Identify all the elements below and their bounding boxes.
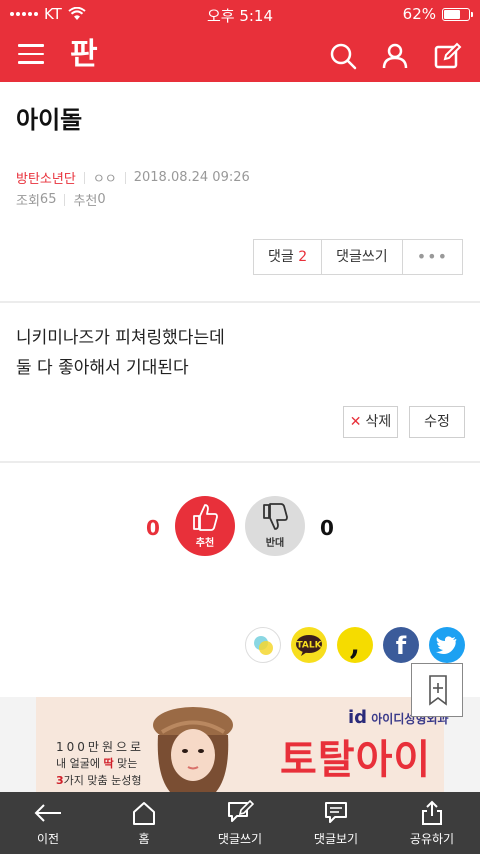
upvote-label: 추천 [195, 538, 215, 549]
twitter-icon[interactable] [429, 627, 465, 663]
top-header: 판 [0, 30, 480, 82]
meta-divider [124, 171, 126, 184]
post-stats: 조회 65 추천 0 [16, 190, 106, 209]
battery-percent: 62% [402, 5, 436, 23]
bookmark-button[interactable] [411, 663, 463, 717]
comma-shape: , [350, 627, 360, 662]
upvote-count: 0 [146, 516, 160, 540]
delete-button[interactable]: ✕ 삭제 [343, 406, 398, 438]
comment-button-group: 댓글 2 댓글쓰기 ••• [253, 239, 463, 275]
nav-label: 이전 [36, 832, 60, 846]
post-datetime: 2018.08.24 09:26 [133, 170, 250, 185]
facebook-label: f [396, 632, 407, 660]
downvote-count: 0 [320, 516, 334, 540]
talk-bubble: TALK [296, 635, 323, 656]
write-comment-button[interactable]: 댓글쓰기 [322, 240, 403, 274]
comma-icon[interactable]: , [337, 627, 373, 663]
recommend-count: 0 [97, 192, 106, 207]
nav-back[interactable]: 이전 [0, 792, 96, 854]
post-title: 아이돌 [16, 106, 83, 134]
user-icon[interactable] [380, 41, 410, 71]
view-comments-icon [325, 802, 347, 823]
content-divider [0, 301, 480, 303]
more-button[interactable]: ••• [402, 240, 462, 274]
views-label: 조회 [16, 194, 40, 209]
menu-icon[interactable] [18, 44, 44, 66]
edit-icon[interactable] [432, 41, 462, 71]
home-icon [133, 802, 155, 825]
comments-label: 댓글 [268, 249, 294, 265]
ad-line3: 3가지 맞춤 눈성형 [56, 774, 142, 787]
twitter-bird [436, 636, 457, 654]
nav-home[interactable]: 홈 [96, 792, 192, 854]
recommend-label: 추천 [73, 194, 98, 209]
battery-group: 62% [402, 5, 473, 23]
post-meta: 방탄소년단 ㅇㅇ 2018.08.24 09:26 [16, 168, 250, 187]
downvote-label: 반대 [265, 538, 285, 549]
thumbs-up-icon [193, 504, 218, 531]
content-divider [0, 461, 480, 463]
post-body: 니키미나즈가 피쳐링했다는데 둘 다 좋아해서 기대된다 [16, 323, 225, 383]
comments-count: 2 [298, 249, 308, 265]
facebook-icon[interactable]: f [383, 627, 419, 663]
ad-model-image [153, 707, 233, 792]
status-bar: KT 오후 5:14 62% [0, 0, 480, 30]
nav-view-comments[interactable]: 댓글보기 [288, 792, 384, 854]
kakaostory-icon[interactable] [245, 627, 281, 663]
body-line: 둘 다 좋아해서 기대된다 [16, 358, 189, 378]
nav-label: 댓글보기 [313, 832, 359, 846]
kakaostory-shape [254, 636, 273, 655]
battery-icon [442, 7, 473, 21]
bottom-nav: 이전 홈 댓글쓰기 댓글보기 공유하기 [0, 792, 480, 854]
nav-write-comment[interactable]: 댓글쓰기 [192, 792, 288, 854]
bookmark-add-icon [429, 675, 447, 706]
meta-divider [83, 171, 85, 184]
nav-label: 홈 [138, 832, 150, 846]
search-icon[interactable] [328, 41, 358, 71]
write-comment-icon [228, 800, 254, 822]
comments-button[interactable]: 댓글 2 [254, 240, 323, 274]
share-icon [422, 800, 442, 825]
thumbs-down-icon [263, 503, 288, 530]
upvote-button[interactable]: 추천 [175, 496, 235, 556]
post-nickname: ㅇㅇ [92, 172, 117, 187]
post-author[interactable]: 방탄소년단 [16, 168, 76, 187]
close-icon: ✕ [349, 414, 362, 430]
views-count: 65 [39, 192, 57, 207]
ad-banner[interactable]: 100만원으로 내 얼굴에 딱 맞는 3가지 맞춤 눈성형 id 아이디성형외과… [0, 697, 480, 792]
ad-line2: 내 얼굴에 딱 맞는 [56, 757, 138, 770]
edit-post-button[interactable]: 수정 [409, 406, 465, 438]
meta-divider [64, 193, 66, 206]
talk-label: TALK [296, 641, 322, 651]
back-arrow-icon [34, 804, 61, 822]
kakaotalk-icon[interactable]: TALK [291, 627, 327, 663]
nav-share[interactable]: 공유하기 [384, 792, 480, 854]
delete-label: 삭제 [365, 414, 392, 430]
ad-headline: 토탈아이100 [280, 736, 432, 792]
facebook-shape: f [396, 632, 407, 660]
comma-label: , [350, 627, 360, 662]
pann-logo[interactable]: 판 [70, 34, 98, 76]
nav-label: 댓글쓰기 [217, 832, 263, 846]
ad-line1: 100만원으로 [56, 740, 145, 754]
body-line: 니키미나즈가 피쳐링했다는데 [16, 328, 225, 348]
downvote-button[interactable]: 반대 [245, 496, 305, 556]
nav-label: 공유하기 [409, 832, 455, 846]
